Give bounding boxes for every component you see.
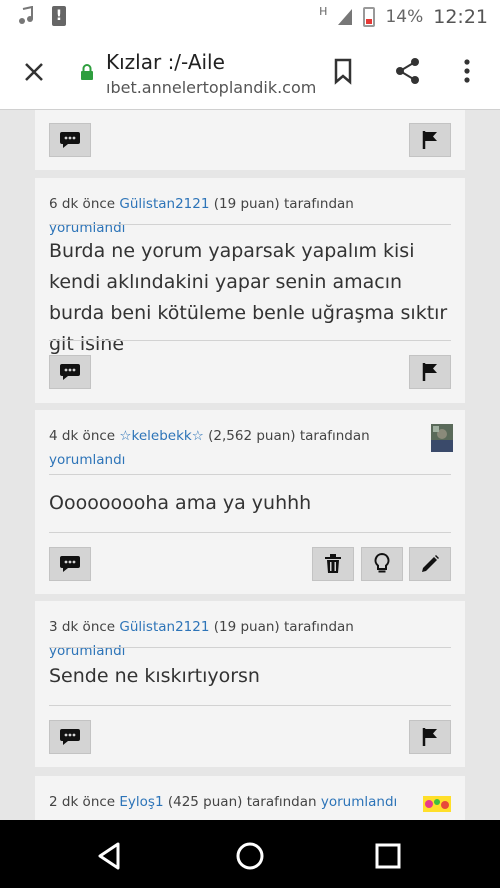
edit-button[interactable]: [409, 547, 451, 581]
divider: [49, 340, 451, 341]
divider: [49, 705, 451, 706]
comment-text: Sende ne kıskırtıyorsn: [49, 665, 260, 687]
share-icon[interactable]: [393, 56, 423, 86]
battery-icon: [363, 7, 376, 27]
recents-icon[interactable]: [368, 836, 408, 876]
signal-icon: [338, 9, 353, 25]
reply-button[interactable]: [49, 547, 91, 581]
comment-meta: 6 dk önce Gülistan2121 (19 puan) tarafın…: [49, 192, 429, 240]
comment-card: 4 dk önce ☆kelebekk☆ (2,562 puan) tarafı…: [35, 410, 465, 594]
network-type: H: [319, 4, 328, 18]
pencil-icon: [422, 555, 439, 572]
comment-icon: [60, 729, 80, 745]
url-text[interactable]: ıbet.annelertoplandik.com: [106, 78, 316, 97]
delete-button[interactable]: [312, 547, 354, 581]
comment-meta: 2 dk önce Eyloş1 (425 puan) tarafından y…: [49, 790, 429, 814]
report-button[interactable]: [409, 355, 451, 389]
comment-author-link[interactable]: Gülistan2121: [119, 619, 209, 635]
comment-time: 4 dk önce: [49, 428, 116, 444]
comment-by: tarafından: [299, 428, 370, 444]
navigation-bar: [0, 820, 500, 888]
divider: [49, 647, 451, 648]
report-button[interactable]: [409, 720, 451, 754]
comment-points: (2,562 puan): [208, 428, 296, 444]
comment-icon: [60, 364, 80, 380]
lock-icon: [81, 64, 93, 80]
comment-text: Burda ne yorum yaparsak yapalım kisi ken…: [49, 240, 448, 355]
comment-points: (19 puan): [213, 196, 280, 212]
reply-button[interactable]: [49, 123, 91, 157]
alert-icon: !: [52, 6, 66, 26]
comment-by: tarafından: [284, 196, 354, 212]
comment-meta: 3 dk önce Gülistan2121 (19 puan) tarafın…: [49, 615, 429, 663]
comment-icon: [60, 132, 80, 148]
comment-time: 3 dk önce: [49, 619, 116, 635]
avatar[interactable]: [431, 424, 453, 452]
back-icon[interactable]: [90, 836, 130, 876]
comment-feed[interactable]: 6 dk önce Gülistan2121 (19 puan) tarafın…: [0, 110, 500, 820]
browser-toolbar: Kızlar :/-Aile ıbet.annelertoplandik.com: [0, 36, 500, 110]
comment-points: (19 puan): [213, 619, 280, 635]
comment-icon: [60, 556, 80, 572]
page-title: Kızlar :/-Aile: [106, 50, 225, 74]
report-button[interactable]: [409, 123, 451, 157]
comment-by: tarafından: [246, 794, 317, 810]
trash-icon: [325, 554, 341, 573]
divider: [49, 224, 451, 225]
bookmark-icon[interactable]: [328, 56, 358, 86]
more-icon[interactable]: [452, 56, 482, 86]
comment-author-link[interactable]: Eyloş1: [119, 794, 163, 810]
clock: 12:21: [433, 6, 488, 28]
lightbulb-icon: [374, 553, 390, 573]
divider: [49, 532, 451, 533]
comment-meta: 4 dk önce ☆kelebekk☆ (2,562 puan) tarafı…: [49, 424, 409, 472]
reply-button[interactable]: [49, 720, 91, 754]
comment-card: 2 dk önce Eyloş1 (425 puan) tarafından y…: [35, 776, 465, 820]
flag-icon: [422, 363, 437, 381]
flag-icon: [422, 131, 437, 149]
comment-action-link[interactable]: yorumlandı: [49, 220, 125, 236]
idea-button[interactable]: [361, 547, 403, 581]
flag-icon: [422, 728, 437, 746]
close-icon[interactable]: [20, 58, 48, 86]
comment-action-link[interactable]: yorumlandı: [321, 794, 397, 810]
comment-time: 6 dk önce: [49, 196, 116, 212]
comment-card: [35, 110, 465, 170]
music-note-icon: [19, 6, 33, 24]
avatar[interactable]: [423, 796, 451, 812]
divider: [49, 474, 451, 475]
comment-card: 3 dk önce Gülistan2121 (19 puan) tarafın…: [35, 601, 465, 767]
comment-author-link[interactable]: Gülistan2121: [119, 196, 209, 212]
comment-action-link[interactable]: yorumlandı: [49, 643, 125, 659]
comment-author-link[interactable]: ☆kelebekk☆: [119, 428, 203, 444]
home-icon[interactable]: [230, 836, 270, 876]
comment-time: 2 dk önce: [49, 794, 116, 810]
status-bar: ! H 14% 12:21: [0, 0, 500, 36]
comment-card: 6 dk önce Gülistan2121 (19 puan) tarafın…: [35, 178, 465, 403]
reply-button[interactable]: [49, 355, 91, 389]
battery-level: 14%: [385, 7, 424, 27]
comment-text: Ooooooooha ama ya yuhhh: [49, 492, 312, 514]
comment-points: (425 puan): [167, 794, 243, 810]
comment-by: tarafından: [284, 619, 354, 635]
comment-action-link[interactable]: yorumlandı: [49, 452, 125, 468]
